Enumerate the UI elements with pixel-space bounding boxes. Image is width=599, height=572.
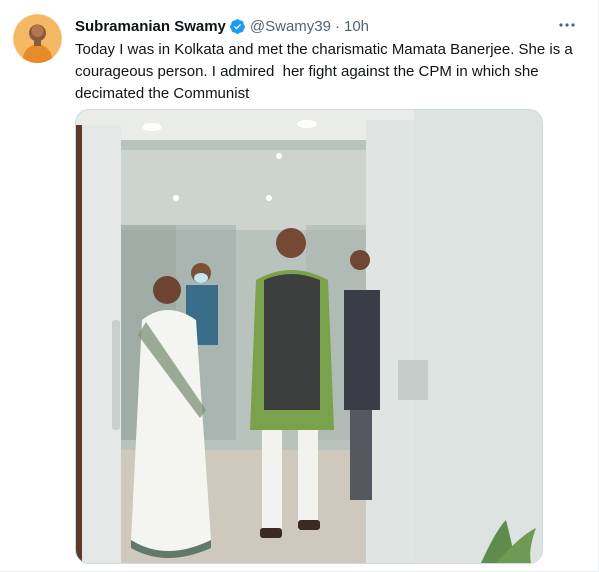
author-name[interactable]: Subramanian Swamy: [75, 18, 226, 35]
timestamp[interactable]: 10h: [344, 18, 369, 35]
tweet-header: Subramanian Swamy @Swamy39 · 10h: [75, 15, 369, 37]
tweet-photo[interactable]: [75, 109, 543, 564]
verified-badge-icon: [229, 18, 246, 35]
tweet-text: Today I was in Kolkata and met the chari…: [75, 41, 573, 102]
tweet-card[interactable]: Subramanian Swamy @Swamy39 · 10h Today I…: [0, 0, 599, 572]
author-avatar[interactable]: [13, 14, 62, 63]
more-horizontal-icon[interactable]: [556, 14, 578, 36]
separator-dot: ·: [334, 17, 340, 35]
author-handle[interactable]: @Swamy39: [250, 18, 331, 35]
